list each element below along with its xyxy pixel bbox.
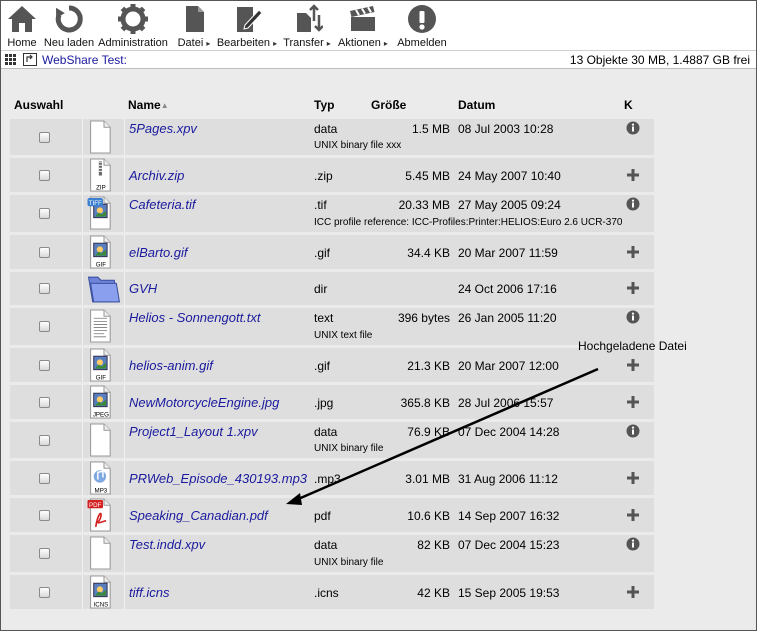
annotation-arrow-icon <box>286 367 599 505</box>
